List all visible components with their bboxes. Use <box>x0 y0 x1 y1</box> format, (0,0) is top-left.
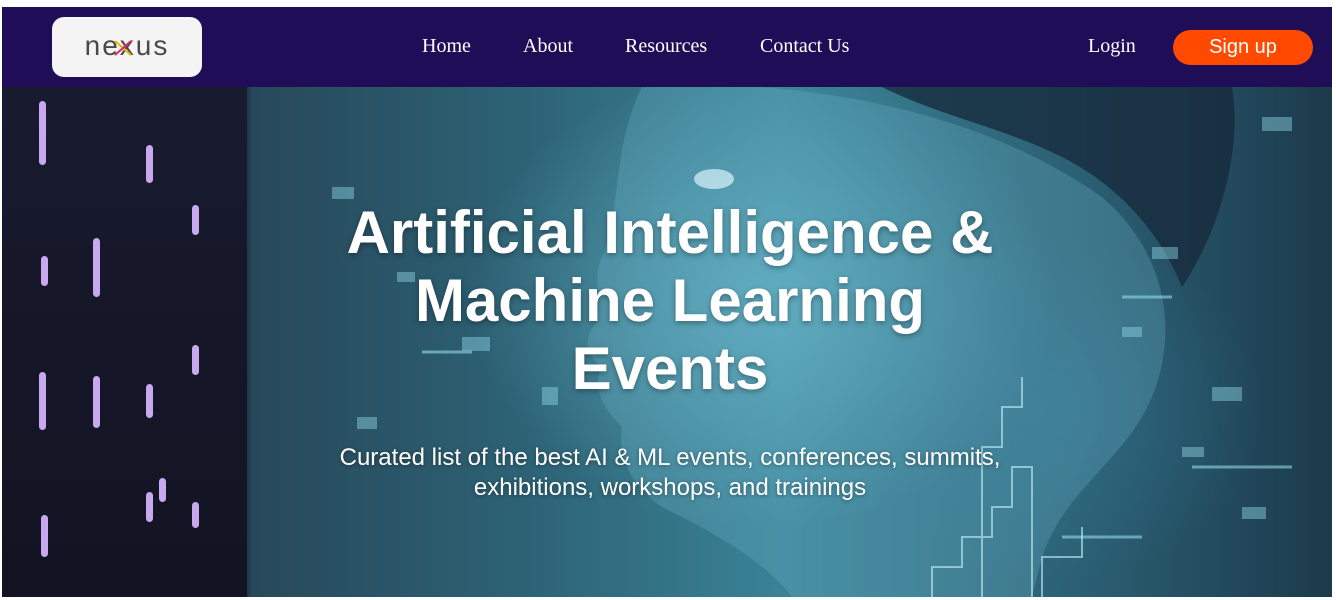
subtitle-line-2: exhibitions, workshops, and trainings <box>473 474 867 501</box>
nav-about-link[interactable]: About <box>523 35 573 58</box>
headline-line-3: Events <box>571 335 769 402</box>
signup-button[interactable]: Sign up <box>1173 30 1313 65</box>
navbar: nexus Home About Resources Contact Us Lo… <box>2 7 1332 87</box>
hero-headline: Artificial Intelligence & Machine Learni… <box>320 199 1020 403</box>
hero-section: Artificial Intelligence & Machine Learni… <box>2 87 1332 597</box>
nav-home-link[interactable]: Home <box>422 35 471 58</box>
hero-subtitle: Curated list of the best AI & ML events,… <box>315 443 1025 503</box>
nav-resources-link[interactable]: Resources <box>625 35 707 58</box>
nav-contact-link[interactable]: Contact Us <box>760 35 849 58</box>
subtitle-line-1: Curated list of the best AI & ML events,… <box>339 444 1001 471</box>
login-link[interactable]: Login <box>1088 35 1136 58</box>
headline-line-2: Machine Learning <box>414 267 926 334</box>
headline-line-1: Artificial Intelligence & <box>346 199 994 266</box>
page-frame: nexus Home About Resources Contact Us Lo… <box>2 7 1332 597</box>
